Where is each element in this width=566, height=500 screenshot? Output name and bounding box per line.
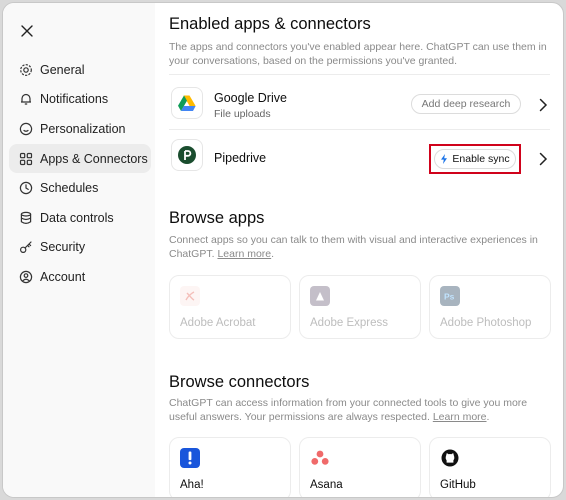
connector-card-asana[interactable]: Asana <box>299 437 421 497</box>
settings-dialog: General Notifications Personalization Ap… <box>2 2 564 498</box>
browse-apps-title: Browse apps <box>169 209 265 227</box>
sidebar-item-label: Data controls <box>40 210 114 225</box>
browse-apps-description: Connect apps so you can talk to them wit… <box>169 234 538 260</box>
asana-icon <box>310 448 330 468</box>
add-deep-research-button[interactable]: Add deep research <box>411 94 521 114</box>
pipedrive-icon <box>171 139 203 171</box>
aha-icon <box>180 448 200 468</box>
sidebar-item-label: Notifications <box>40 92 109 107</box>
lightning-icon <box>441 154 448 164</box>
database-icon <box>19 211 33 225</box>
sidebar-item-apps-connectors[interactable]: Apps & Connectors <box>9 143 151 174</box>
app-name: Adobe Photoshop <box>440 317 532 329</box>
key-icon <box>19 240 33 254</box>
sidebar-item-label: Apps & Connectors <box>40 151 148 166</box>
bell-icon <box>19 92 33 106</box>
connector-card-github[interactable]: GitHub <box>429 437 551 497</box>
browse-connectors-description: ChatGPT can access information from your… <box>169 397 528 423</box>
connector-row-pipedrive[interactable]: Pipedrive Enable sync <box>169 133 550 187</box>
adobe-express-icon <box>310 286 330 306</box>
sidebar-item-general[interactable]: General <box>9 55 151 85</box>
connector-name: Google Drive <box>214 91 287 105</box>
sidebar-item-data-controls[interactable]: Data controls <box>9 203 151 233</box>
enable-sync-button[interactable]: Enable sync <box>434 149 516 169</box>
app-card-adobe-acrobat[interactable]: Adobe Acrobat <box>169 275 291 339</box>
connector-card-aha[interactable]: Aha! <box>169 437 291 497</box>
user-icon <box>19 270 33 284</box>
settings-content: Enabled apps & connectors The apps and c… <box>155 3 563 497</box>
github-icon <box>440 448 460 468</box>
sidebar-item-label: Schedules <box>40 181 99 196</box>
adobe-acrobat-icon <box>180 286 200 306</box>
settings-sidebar: General Notifications Personalization Ap… <box>3 3 155 497</box>
sidebar-item-label: Personalization <box>40 121 126 136</box>
connector-name: Asana <box>310 479 343 491</box>
adobe-photoshop-icon: Ps <box>440 286 460 306</box>
divider <box>169 74 550 75</box>
browse-connectors-title: Browse connectors <box>169 373 310 391</box>
divider <box>169 129 550 130</box>
learn-more-link[interactable]: Learn more <box>433 411 487 423</box>
connector-name: Pipedrive <box>214 151 267 165</box>
svg-text:Ps: Ps <box>444 292 455 302</box>
close-button[interactable] <box>17 21 37 41</box>
app-name: Adobe Acrobat <box>180 317 256 329</box>
enable-sync-label: Enable sync <box>452 153 510 165</box>
gear-icon <box>19 63 33 77</box>
sidebar-item-security[interactable]: Security <box>9 233 151 263</box>
google-drive-icon <box>171 87 203 119</box>
enabled-section-description: The apps and connectors you've enabled a… <box>169 41 547 67</box>
sidebar-item-label: Account <box>40 269 86 284</box>
chevron-right-icon[interactable] <box>538 98 548 112</box>
connector-subtitle: File uploads <box>214 108 271 120</box>
learn-more-link[interactable]: Learn more <box>217 248 271 260</box>
enabled-section-title: Enabled apps & connectors <box>169 15 371 33</box>
smiley-icon <box>19 122 33 136</box>
chevron-right-icon[interactable] <box>538 152 548 166</box>
grid-icon <box>19 152 33 166</box>
sidebar-item-schedules[interactable]: Schedules <box>9 173 151 203</box>
app-name: Adobe Express <box>310 317 388 329</box>
connector-name: Aha! <box>180 479 204 491</box>
sidebar-item-account[interactable]: Account <box>9 262 151 292</box>
app-card-adobe-photoshop[interactable]: Ps Adobe Photoshop <box>429 275 551 339</box>
app-card-adobe-express[interactable]: Adobe Express <box>299 275 421 339</box>
sidebar-item-personalization[interactable]: Personalization <box>9 114 151 144</box>
sidebar-item-label: General <box>40 62 85 77</box>
close-icon <box>21 25 33 37</box>
sidebar-item-notifications[interactable]: Notifications <box>9 85 151 115</box>
sidebar-item-label: Security <box>40 240 86 255</box>
connector-name: GitHub <box>440 479 476 491</box>
connector-row-google-drive[interactable]: Google Drive File uploads Add deep resea… <box>169 78 550 132</box>
clock-icon <box>19 181 33 195</box>
settings-nav: General Notifications Personalization Ap… <box>9 55 151 292</box>
